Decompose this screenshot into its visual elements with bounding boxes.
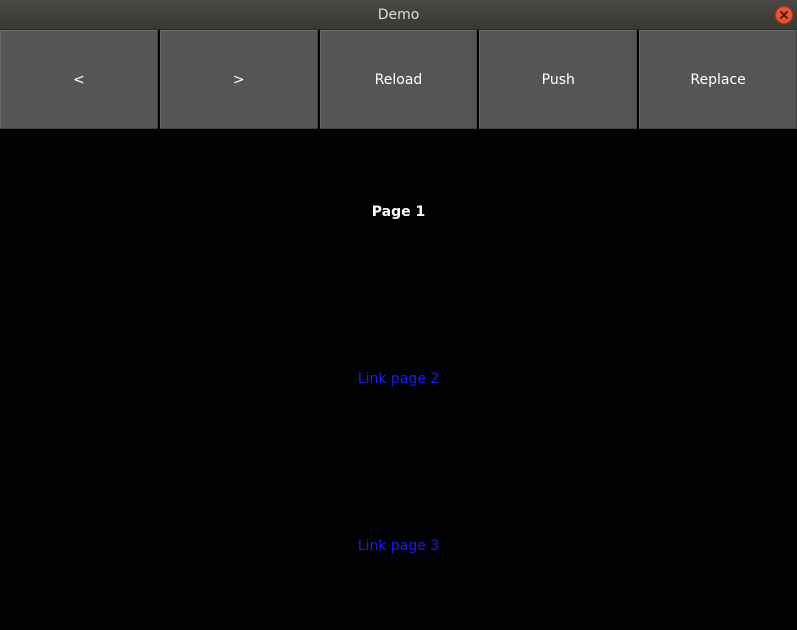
forward-button[interactable]: > bbox=[159, 30, 318, 129]
back-button[interactable]: < bbox=[0, 30, 158, 129]
link-page-2[interactable]: Link page 2 bbox=[358, 371, 439, 387]
link-page-3[interactable]: Link page 3 bbox=[358, 538, 439, 554]
window-title: Demo bbox=[377, 7, 420, 23]
close-icon bbox=[780, 11, 788, 19]
link-row-page-2: Link page 2 bbox=[0, 371, 797, 387]
page-content: Page 1 Link page 2 Link page 3 bbox=[0, 129, 797, 630]
page-title: Page 1 bbox=[371, 204, 426, 220]
navigation-toolbar: < > Reload Push Replace bbox=[0, 30, 797, 129]
title-bar[interactable]: Demo bbox=[0, 0, 797, 30]
replace-button[interactable]: Replace bbox=[639, 30, 797, 129]
reload-button[interactable]: Reload bbox=[319, 30, 478, 129]
close-button[interactable] bbox=[775, 6, 793, 24]
link-row-page-3: Link page 3 bbox=[0, 538, 797, 554]
app-window: Demo < > Reload Push Replace Page 1 Link… bbox=[0, 0, 797, 630]
push-button[interactable]: Push bbox=[479, 30, 638, 129]
